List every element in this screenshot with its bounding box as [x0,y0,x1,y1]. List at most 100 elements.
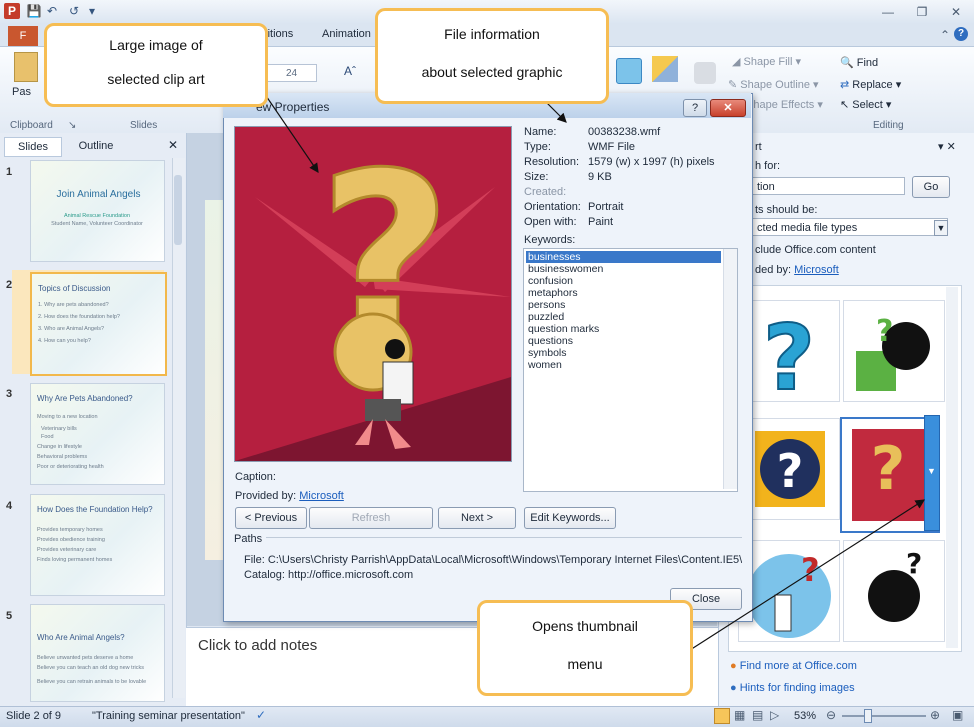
clip-thumbnail-blue-question[interactable]: ? [738,300,840,412]
notes-placeholder[interactable]: Click to add notes [198,637,317,654]
clip-thumbnail-black-character[interactable]: ? [843,540,945,642]
shape-style-icon[interactable] [694,62,716,84]
close-window-icon[interactable]: ✕ [946,4,966,20]
dialog-help-icon[interactable]: ? [683,99,707,117]
slide-line: 4. How can you help? [38,338,91,344]
font-size-value: 24 [286,68,298,79]
keyword-item[interactable]: symbols [528,347,567,359]
clipboard-launcher-icon[interactable]: ↘ [68,120,76,131]
office-globe-icon: ● [730,660,737,672]
go-button[interactable]: Go [912,176,950,198]
slide-number-4: 4 [6,500,13,512]
keyword-item[interactable]: questions [528,335,573,347]
keyword-item[interactable]: women [528,359,562,371]
hints-link[interactable]: ● Hints for finding images [730,682,855,694]
editing-group-label: Editing [873,120,904,131]
provided-by-link[interactable]: Microsoft [299,490,344,502]
paste-icon[interactable] [14,52,38,82]
select-button[interactable]: ↖ Select ▾ [840,98,891,111]
previous-button[interactable]: < Previous [235,507,307,529]
clip-thumbnail-thinking-man[interactable]: ? [738,540,840,642]
slides-scroll-thumb[interactable] [174,175,182,245]
size-value: 9 KB [588,171,612,183]
chevron-down-icon[interactable]: ▼ [934,220,948,236]
fit-to-window-icon[interactable]: ▣ [952,708,963,722]
find-more-label[interactable]: Find more at Office.com [740,660,857,672]
paste-button[interactable]: Pas [12,86,31,98]
keywords-list[interactable]: businesses businesswomen confusion metap… [523,248,738,492]
spell-check-icon[interactable]: ✓ [256,708,266,722]
zoom-slider-thumb[interactable] [864,709,872,723]
reading-view-icon[interactable]: ▤ [752,708,763,722]
callout-text: Large image of [109,37,203,53]
normal-view-icon[interactable] [714,708,730,724]
clip-pane-title: rt [755,141,762,153]
save-icon[interactable]: 💾 [26,3,42,19]
zoom-slider[interactable] [842,715,926,717]
slide-thumbnail-1[interactable]: Join Animal Angels Animal Rescue Foundat… [30,160,165,262]
keyword-item[interactable]: confusion [528,275,573,287]
help-icon[interactable]: ? [954,27,968,41]
slide-thumbnail-3[interactable]: Why Are Pets Abandoned? Moving to a new … [30,383,165,485]
slide-sorter-icon[interactable]: ▦ [734,708,745,722]
minimize-icon[interactable]: — [878,4,898,20]
keyword-item[interactable]: businesses [528,251,581,263]
undo-icon[interactable]: ↶ [44,3,60,19]
slide-line: Provides obedience training [37,537,105,543]
hints-label[interactable]: Hints for finding images [740,682,855,694]
quick-styles-icon[interactable] [652,56,678,82]
tab-outline[interactable]: Outline [66,137,126,155]
include-office-checkbox[interactable]: clude Office.com content [755,244,876,256]
font-size-select[interactable]: 24 [265,64,317,82]
grow-font-icon[interactable]: Aˆ [344,64,356,78]
find-button[interactable]: 🔍 Find [840,56,878,69]
dialog-close-icon[interactable]: ✕ [710,99,746,117]
tab-animations[interactable]: Animation [322,28,371,40]
edit-keywords-button[interactable]: Edit Keywords... [524,507,616,529]
close-panel-icon[interactable]: ✕ [168,138,178,152]
slide-thumbnail-4[interactable]: How Does the Foundation Help? Provides t… [30,494,165,596]
powerpoint-app-icon[interactable]: P [4,3,20,19]
shape-outline-button[interactable]: ✎ Shape Outline ▾ [728,78,819,91]
gallery-scrollbar[interactable] [946,287,958,648]
callout-text: selected clip art [107,71,205,87]
tab-slides[interactable]: Slides [4,137,62,157]
theme-name[interactable]: "Training seminar presentation" [92,710,245,722]
thumbnail-menu-arrow-icon[interactable]: ▼ [927,466,936,476]
customize-toolbar-icon[interactable]: ▾ [84,3,100,19]
keyword-item[interactable]: metaphors [528,287,578,299]
keyword-item[interactable]: question marks [528,323,599,335]
arrange-shapes-icon[interactable] [616,58,642,84]
collapse-ribbon-icon[interactable]: ⌃ [940,28,950,42]
search-input[interactable]: tion [752,177,905,195]
keywords-scrollbar[interactable] [723,249,737,489]
keyword-item[interactable]: puzzled [528,311,564,323]
slide-thumbnail-5[interactable]: Who Are Animal Angels? Believe unwanted … [30,604,165,702]
keyword-item[interactable]: persons [528,299,565,311]
keywords-label: Keywords: [524,234,576,246]
tab-file[interactable]: F [8,26,38,46]
next-button[interactable]: Next > [438,507,516,529]
slide-show-icon[interactable]: ▷ [770,708,779,722]
shape-fill-icon: ◢ [732,56,741,68]
shape-fill-button[interactable]: ◢ Shape Fill ▾ [732,55,801,68]
slide-thumbnail-2[interactable]: Topics of Discussion 1. Why are pets aba… [30,272,167,376]
zoom-out-icon[interactable]: ⊖ [826,708,836,722]
callout-text: File information [444,26,540,42]
catalog-path: Catalog: http://office.microsoft.com [244,569,414,581]
provided-by-link[interactable]: Microsoft [794,264,839,276]
zoom-in-icon[interactable]: ⊕ [930,708,940,722]
pane-options-icon[interactable]: ▾ ✕ [938,140,956,153]
replace-button[interactable]: ⇄ Replace ▾ [840,78,901,91]
media-type-select[interactable]: cted media file types [752,218,948,236]
clip-thumbnail-yellow-question[interactable]: ? [738,418,840,520]
clip-thumbnail-green-box[interactable]: ? [843,300,945,402]
zoom-level[interactable]: 53% [794,710,816,722]
restore-icon[interactable]: ❐ [912,4,932,20]
shape-effects-button[interactable]: Shape Effects ▾ [746,98,823,111]
keyword-item[interactable]: businesswomen [528,263,603,275]
provided-by-label: Provided by: [235,490,297,502]
find-more-link[interactable]: ● Find more at Office.com [730,660,857,672]
redo-icon[interactable]: ↺ [66,3,82,19]
created-label: Created: [524,186,567,198]
